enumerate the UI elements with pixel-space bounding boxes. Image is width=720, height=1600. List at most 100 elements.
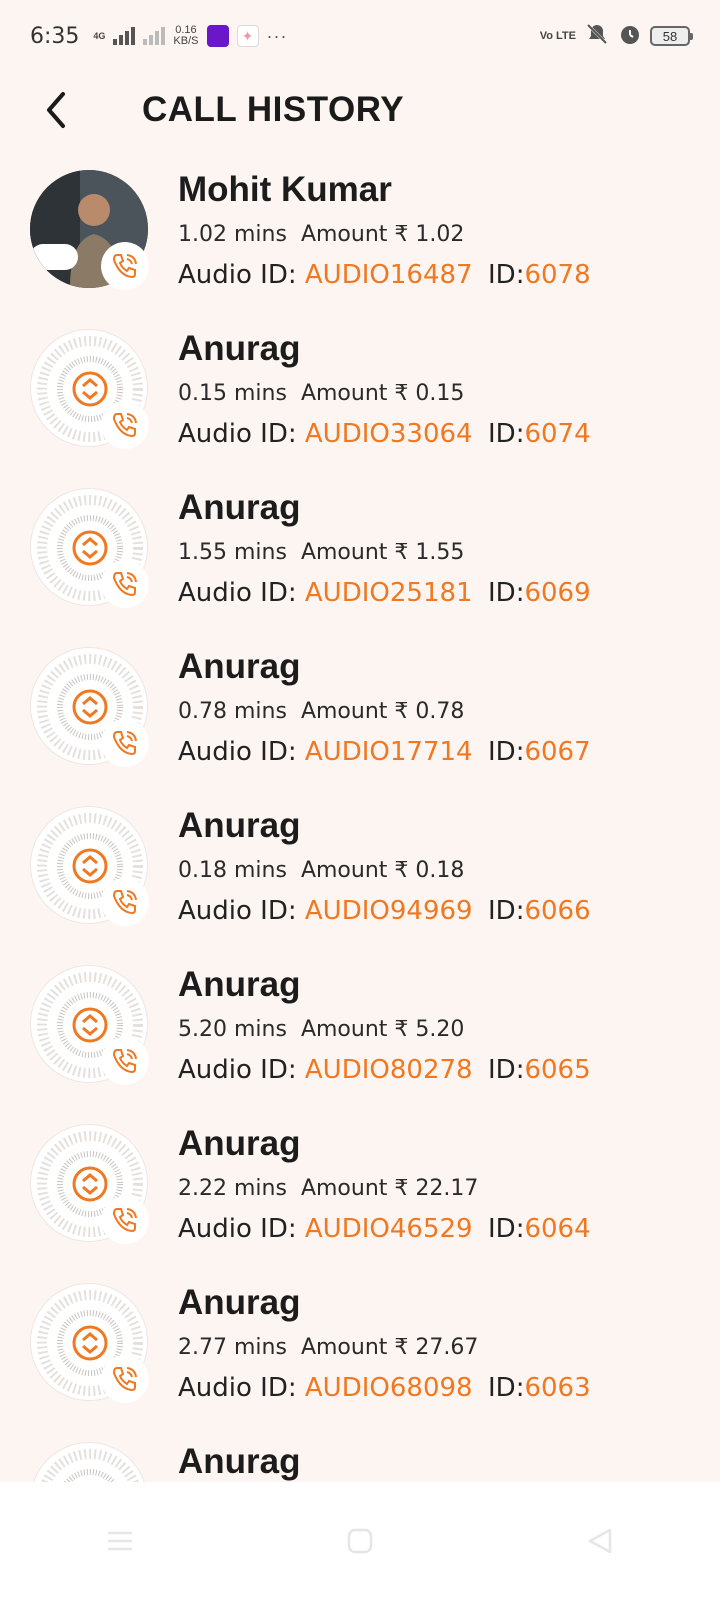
photos-notification-icon: ✦ [236,25,259,47]
call-badge[interactable] [101,878,149,926]
call-meta: 0.15 mins Amount ₹ 0.15 [178,381,464,406]
call-duration: 0.18 [178,858,227,883]
call-duration: 2.77 [178,1335,227,1360]
amount-label: Amount ₹ [300,1176,409,1201]
call-amount: 1.55 [415,540,465,565]
mins-label: mins [233,222,287,247]
call-item[interactable]: Anurag 2.22 mins Amount ₹ 22.17 Audio ID:… [0,1116,720,1275]
mins-label: mins [233,699,287,724]
caller-name: Anurag [178,1283,301,1322]
amount-label: Amount ₹ [300,222,409,247]
phone-call-icon [112,1208,137,1233]
phone-call-icon [112,1367,137,1392]
audio-id-value: AUDIO25181 [304,578,473,608]
call-meta: 5.20 mins Amount ₹ 5.20 [178,1017,464,1042]
phone-call-icon [112,413,137,438]
call-meta: 2.22 mins Amount ₹ 22.17 [178,1176,478,1201]
status-left: 6:35 4G 0.16 KB/S ✦ ··· [30,24,287,49]
back-button[interactable] [36,88,76,132]
id-label: ID: [488,1055,525,1085]
status-right: Vo LTE 58 [539,22,693,51]
id-label: ID: [488,896,525,926]
call-id-line: ID:6069 [488,578,591,608]
audio-id-label: Audio ID: [178,737,297,767]
call-amount: 22.17 [415,1176,479,1201]
call-item[interactable]: Anurag 5.20 mins Amount ₹ 5.20 Audio ID: … [0,957,720,1116]
audio-id-line: Audio ID: AUDIO33064 [178,419,473,449]
audio-id-label: Audio ID: [178,578,297,608]
call-item[interactable]: Anurag 0.18 mins Amount ₹ 0.18 Audio ID: … [0,798,720,957]
call-badge[interactable] [101,1037,149,1085]
home-button[interactable] [330,1511,390,1571]
status-bar: 6:35 4G 0.16 KB/S ✦ ··· Vo LTE 58 [0,0,720,72]
call-id-line: ID:6065 [488,1055,591,1085]
audio-id-value: AUDIO33064 [304,419,473,449]
caller-name: Anurag [178,488,301,527]
id-label: ID: [488,578,525,608]
call-amount: 27.67 [415,1335,479,1360]
system-nav-bar [0,1482,720,1600]
page-title: CALL HISTORY [142,90,405,129]
call-item[interactable]: Anurag 0.15 mins Amount ₹ 0.15 Audio ID: … [0,321,720,480]
call-history-list: Mohit Kumar 1.02 mins Amount ₹ 1.02 Audio… [0,162,720,1593]
call-amount: 5.20 [415,1017,465,1042]
id-label: ID: [488,419,525,449]
call-id-value: 6069 [524,578,591,608]
id-label: ID: [488,260,525,290]
call-duration: 0.15 [178,381,227,406]
nav-back-button[interactable] [570,1511,630,1571]
call-badge[interactable] [101,242,149,290]
audio-id-line: Audio ID: AUDIO25181 [178,578,473,608]
audio-id-label: Audio ID: [178,1055,297,1085]
audio-id-value: AUDIO46529 [304,1214,473,1244]
mute-icon [584,22,610,51]
amount-label: Amount ₹ [300,858,409,883]
id-label: ID: [488,1214,525,1244]
header: CALL HISTORY [0,80,720,140]
triangle-back-icon [588,1528,612,1554]
home-icon [347,1528,373,1554]
battery-icon: 58 [650,26,693,46]
volte-icon: Vo LTE [539,30,576,42]
call-duration: 5.20 [178,1017,227,1042]
mins-label: mins [233,381,287,406]
call-badge[interactable] [101,1355,149,1403]
amount-label: Amount ₹ [300,381,409,406]
phone-call-icon [112,890,137,915]
status-time: 6:35 [30,23,80,49]
mins-label: mins [233,858,287,883]
call-amount: 0.18 [415,858,465,883]
call-id-value: 6064 [524,1214,591,1244]
menu-icon [108,1531,132,1551]
amount-label: Amount ₹ [300,1335,409,1360]
amount-label: Amount ₹ [300,699,409,724]
call-duration: 1.02 [178,222,227,247]
call-badge[interactable] [101,560,149,608]
phone-call-icon [112,731,137,756]
call-id-value: 6063 [524,1373,591,1403]
call-meta: 1.02 mins Amount ₹ 1.02 [178,222,464,247]
call-id-line: ID:6074 [488,419,591,449]
call-meta: 1.55 mins Amount ₹ 1.55 [178,540,464,565]
call-duration: 2.22 [178,1176,227,1201]
mins-label: mins [233,540,287,565]
call-badge[interactable] [101,1196,149,1244]
call-item[interactable]: Anurag 2.77 mins Amount ₹ 27.67 Audio ID:… [0,1275,720,1434]
caller-name: Anurag [178,965,301,1004]
call-badge[interactable] [101,401,149,449]
audio-id-label: Audio ID: [178,419,297,449]
mins-label: mins [233,1176,287,1201]
audio-id-line: Audio ID: AUDIO68098 [178,1373,473,1403]
menu-button[interactable] [90,1511,150,1571]
caller-name: Anurag [178,329,301,368]
phone-call-icon [112,1049,137,1074]
call-item[interactable]: Mohit Kumar 1.02 mins Amount ₹ 1.02 Audio… [0,162,720,321]
call-badge[interactable] [101,719,149,767]
mins-label: mins [233,1017,287,1042]
call-item[interactable]: Anurag 0.78 mins Amount ₹ 0.78 Audio ID: … [0,639,720,798]
audio-id-line: Audio ID: AUDIO17714 [178,737,473,767]
call-amount: 1.02 [415,222,465,247]
call-item[interactable]: Anurag 1.55 mins Amount ₹ 1.55 Audio ID: … [0,480,720,639]
network-type: 4G [93,30,106,41]
more-notifications-icon: ··· [266,25,288,46]
